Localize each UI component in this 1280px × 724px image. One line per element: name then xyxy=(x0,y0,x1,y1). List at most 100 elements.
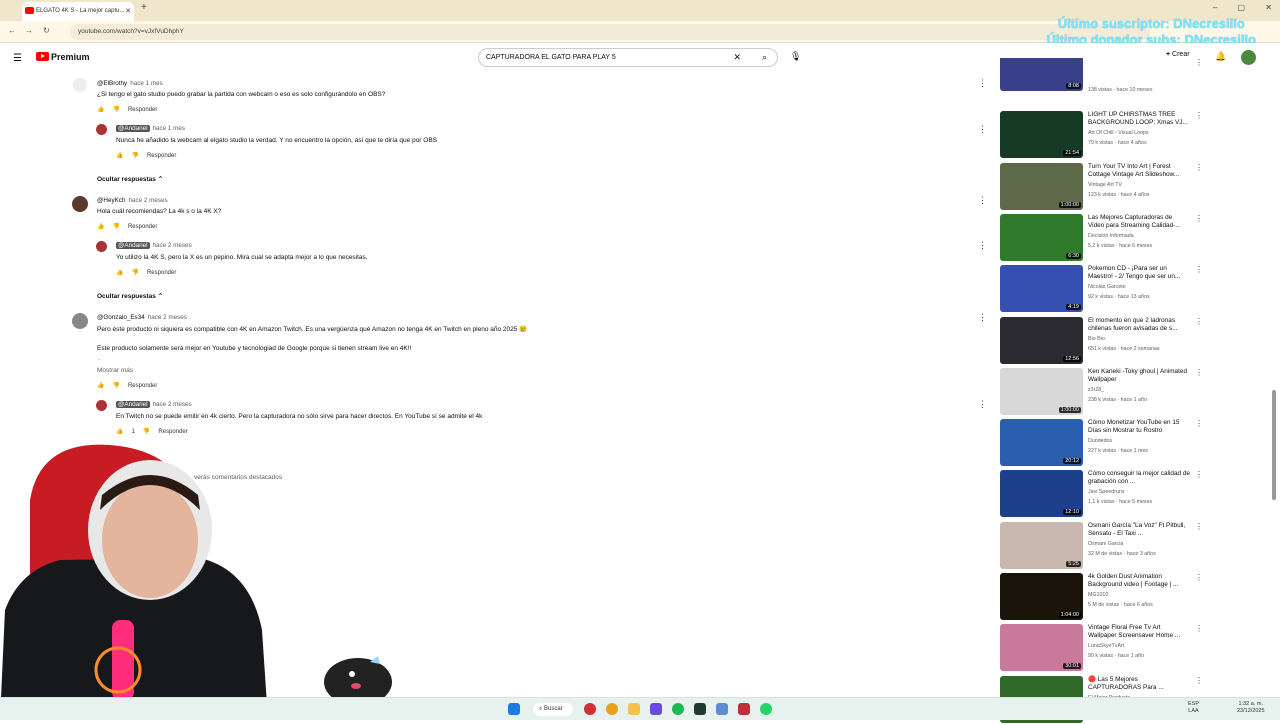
video-title[interactable]: LIGHT UP CHIRSTMAS TREE BACKGROUND LOOP:… xyxy=(1088,111,1190,127)
search-icon[interactable]: ⌕ xyxy=(762,49,767,66)
video-title[interactable]: Turn Your TV Into Art | Forest Cottage V… xyxy=(1088,163,1190,179)
more-options-icon[interactable]: ⋮ xyxy=(978,399,987,410)
video-title[interactable]: Osmani García "La Voz" Ft Pitbull, Sensa… xyxy=(1088,522,1190,538)
avatar[interactable] xyxy=(72,313,88,329)
channel-name[interactable]: Decisión Informada xyxy=(1088,233,1134,239)
more-options-icon[interactable]: ⋮ xyxy=(1195,573,1203,582)
video-title[interactable]: Cómo Monetizar YouTube en 15 Días sin Mo… xyxy=(1088,419,1190,435)
more-options-icon[interactable]: ⋮ xyxy=(978,78,987,89)
avatar[interactable] xyxy=(73,78,87,92)
channel-name[interactable]: Javi Speedruns xyxy=(1088,489,1125,495)
video-title[interactable]: 4k Golden Dust Animation Background vide… xyxy=(1088,573,1190,589)
recommended-video[interactable]: 4:19 Pokemon CD - ¡Para ser un Maestro! -… xyxy=(1000,265,1203,313)
chrome-icon[interactable] xyxy=(606,703,618,715)
hide-replies-button[interactable]: Ocultar respuestas ⌃ xyxy=(97,175,163,183)
video-title[interactable]: El momento en que 2 ladronas chilenas fu… xyxy=(1088,317,1190,333)
like-icon[interactable]: 👍 xyxy=(116,153,123,159)
channel-name[interactable]: MG1010 xyxy=(1088,592,1108,598)
channel-name[interactable]: Bio Bio xyxy=(1088,336,1105,342)
close-tab-icon[interactable]: ✕ xyxy=(125,2,131,21)
terminal-icon[interactable] xyxy=(694,703,706,715)
avatar[interactable] xyxy=(96,124,107,135)
more-options-icon[interactable]: ⋮ xyxy=(1195,163,1203,172)
like-icon[interactable]: 👍 xyxy=(116,429,123,435)
recommended-video[interactable]: 12:10 Cómo conseguir la mejor calidad de … xyxy=(1000,470,1203,518)
channel-name[interactable]: Osmani Garcia xyxy=(1088,541,1123,547)
dislike-icon[interactable]: 👎 xyxy=(143,429,150,435)
video-thumbnail[interactable]: 1:00:00 xyxy=(1000,367,1083,415)
show-more-link[interactable]: Mostrar más xyxy=(97,367,133,374)
taskbar-search[interactable]: ⌕ Buscar xyxy=(533,703,573,716)
forward-icon[interactable]: → xyxy=(25,26,33,35)
video-title[interactable]: Pokemon CD - ¡Para ser un Maestro! - 2/ … xyxy=(1088,265,1190,281)
more-options-icon[interactable]: ⋮ xyxy=(1195,111,1203,120)
recommended-video[interactable]: 5:25 Osmani García "La Voz" Ft Pitbull, S… xyxy=(1000,521,1203,570)
obs-icon[interactable] xyxy=(738,703,750,715)
avatar[interactable] xyxy=(96,400,107,411)
reply-button[interactable]: Responder xyxy=(128,107,157,113)
language-indicator[interactable]: ESP LAA xyxy=(1188,701,1199,715)
video-title[interactable]: 🔴 Las 5 Mejores CAPTURADORAS Para ... xyxy=(1088,676,1190,692)
video-thumbnail[interactable]: 8:08 xyxy=(1000,58,1083,91)
recommended-video[interactable]: 8:08 138 vistas · hace 10 meses ⋮ xyxy=(1000,58,1200,91)
scrollbar[interactable] xyxy=(1272,390,1276,500)
reply-button[interactable]: Responder xyxy=(147,153,176,159)
dislike-icon[interactable]: 👎 xyxy=(112,107,119,113)
recommended-video[interactable]: 12:56 El momento en que 2 ladronas chilen… xyxy=(1000,316,1203,365)
more-options-icon[interactable]: ⋮ xyxy=(1195,522,1203,531)
account-avatar[interactable] xyxy=(1241,50,1256,65)
like-icon[interactable]: 👍 xyxy=(97,224,104,230)
recommended-video[interactable]: 1:00:00 Turn Your TV Into Art | Forest Co… xyxy=(1000,162,1203,211)
more-options-icon[interactable]: ⋮ xyxy=(1195,58,1200,67)
spotify-icon[interactable] xyxy=(672,703,684,715)
reply-button[interactable]: Responder xyxy=(128,383,157,389)
more-options-icon[interactable]: ⋮ xyxy=(978,312,987,323)
dislike-icon[interactable]: 👎 xyxy=(112,383,119,389)
maximize-icon[interactable]: ▢ xyxy=(1238,3,1246,12)
clear-search-icon[interactable]: ✕ xyxy=(733,49,741,66)
channel-name[interactable]: Nicolas Garcete xyxy=(1088,284,1126,290)
dislike-icon[interactable]: 👎 xyxy=(131,270,138,276)
like-icon[interactable]: 👍 xyxy=(97,383,104,389)
menu-icon[interactable]: ☰ xyxy=(13,53,22,64)
reply-button[interactable]: Responder xyxy=(158,429,187,435)
clock[interactable]: 1:32 a. m. 23/12/2025 xyxy=(1237,701,1265,715)
more-options-icon[interactable]: ⋮ xyxy=(1195,265,1203,274)
video-thumbnail[interactable]: 20:12 xyxy=(1000,419,1083,467)
hide-replies-button[interactable]: Ocultar respuestas ⌃ xyxy=(97,292,163,300)
minimize-icon[interactable]: – xyxy=(1213,3,1217,12)
reply-button[interactable]: Responder xyxy=(128,224,157,230)
video-thumbnail[interactable]: 30:01 xyxy=(1000,624,1083,672)
more-options-icon[interactable]: ⋮ xyxy=(978,240,987,251)
opera-icon[interactable] xyxy=(584,703,596,715)
create-button[interactable]: + Crear xyxy=(1166,51,1190,58)
recommended-video[interactable]: 1:04:00 4k Golden Dust Animation Backgrou… xyxy=(1000,573,1203,621)
like-icon[interactable]: 👍 xyxy=(116,270,123,276)
more-options-icon[interactable]: ⋮ xyxy=(1195,419,1203,428)
video-title[interactable]: Cómo conseguir la mejor calidad de graba… xyxy=(1088,470,1190,486)
video-thumbnail[interactable]: 12:10 xyxy=(1000,470,1083,518)
reply-button[interactable]: Responder xyxy=(147,270,176,276)
recommended-video[interactable]: 21:54 LIGHT UP CHIRSTMAS TREE BACKGROUND … xyxy=(1000,111,1203,159)
file-explorer-icon[interactable] xyxy=(628,703,640,715)
back-icon[interactable]: ← xyxy=(8,26,16,35)
video-title[interactable]: Vintage Floral Free Tv Art Wallpaper Scr… xyxy=(1088,624,1190,640)
more-options-icon[interactable]: ⋮ xyxy=(978,195,987,206)
recommended-video[interactable]: 6:30 Las Mejores Capturadoras de Video pa… xyxy=(1000,213,1203,262)
channel-name[interactable]: z3r28_ xyxy=(1088,387,1104,393)
more-options-icon[interactable]: ⋮ xyxy=(978,124,987,135)
video-thumbnail[interactable]: 12:56 xyxy=(1000,316,1083,364)
windows-start-icon[interactable] xyxy=(508,703,520,715)
video-thumbnail[interactable]: 1:00:00 xyxy=(1000,162,1083,210)
app-icon[interactable] xyxy=(716,703,728,715)
video-thumbnail[interactable]: 5:25 xyxy=(1000,521,1083,569)
discord-icon[interactable] xyxy=(650,703,662,715)
recommended-video[interactable]: 30:01 Vintage Floral Free Tv Art Wallpape… xyxy=(1000,624,1203,672)
youtube-logo[interactable]: Premium xyxy=(36,52,90,62)
avatar[interactable] xyxy=(72,196,88,212)
channel-name[interactable]: Vintage Art TV xyxy=(1088,182,1122,188)
microphone-icon[interactable]: 🎙 xyxy=(790,51,801,62)
video-title[interactable]: Las Mejores Capturadoras de Video para S… xyxy=(1088,214,1190,230)
notifications-bell-icon[interactable]: 🔔 xyxy=(1215,51,1226,62)
video-thumbnail[interactable]: 1:04:00 xyxy=(1000,573,1083,620)
